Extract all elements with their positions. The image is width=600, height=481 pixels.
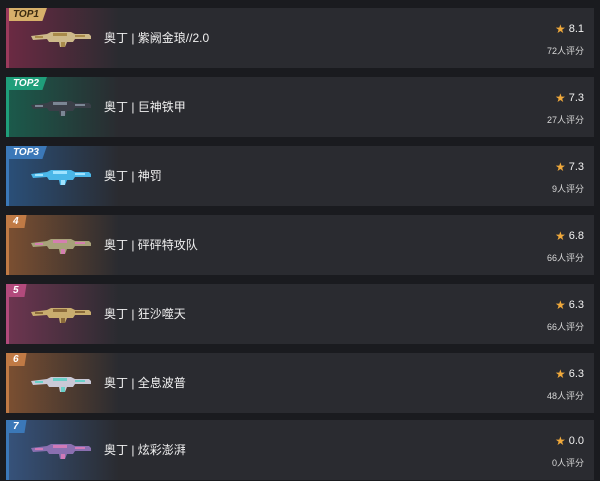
skin-name: 奥丁 | 紫阙金琅//2.0 xyxy=(104,31,210,45)
odin-rainbow-icon xyxy=(31,444,91,459)
skin-name: 奥丁 | 砰砰特攻队 xyxy=(104,238,198,252)
skin-name: 奥丁 | 狂沙噬天 xyxy=(104,307,186,321)
odin-sand-icon xyxy=(31,308,91,323)
rank-badge: 5 xyxy=(9,284,27,297)
rank-badge: 4 xyxy=(9,215,27,228)
score-value: 6.3 xyxy=(568,368,584,380)
skin-name: 奥丁 | 巨神铁甲 xyxy=(104,100,186,114)
rating-score: ★ 6.3 xyxy=(555,367,584,381)
score-value: 6.3 xyxy=(568,299,584,311)
rank-badge: TOP3 xyxy=(9,146,47,159)
skin-name: 奥丁 | 炫彩澎湃 xyxy=(104,443,186,457)
rating-count: 0人评分 xyxy=(551,458,584,468)
rank-badge: 7 xyxy=(9,420,27,433)
skin-ranking-list: TOP1 奥丁 | 紫阙金琅//2.0 ★ 8.1 72人评分 TOP2 奥丁 |… xyxy=(0,0,600,481)
score-value: 0.0 xyxy=(568,435,584,447)
star-icon: ★ xyxy=(554,22,566,36)
star-icon: ★ xyxy=(554,229,566,243)
list-item[interactable]: 5 奥丁 | 狂沙噬天 ★ 6.3 66人评分 xyxy=(6,284,594,344)
star-icon: ★ xyxy=(554,434,566,448)
list-item[interactable]: 7 奥丁 | 炫彩澎湃 ★ 0.0 0人评分 xyxy=(6,420,594,480)
odin-divine-icon xyxy=(31,170,91,185)
star-icon: ★ xyxy=(554,91,566,105)
rating-score: ★ 7.3 xyxy=(555,160,584,174)
rank-badge: TOP1 xyxy=(9,8,47,21)
score-value: 7.3 xyxy=(568,161,584,173)
rating-score: ★ 7.3 xyxy=(555,91,584,105)
rank-badge: TOP2 xyxy=(9,77,47,90)
odin-boom-icon xyxy=(31,239,91,254)
rating-count: 9人评分 xyxy=(551,184,584,194)
rating-score: ★ 0.0 xyxy=(555,434,584,448)
score-value: 7.3 xyxy=(568,92,584,104)
list-item[interactable]: TOP2 奥丁 | 巨神铁甲 ★ 7.3 27人评分 xyxy=(6,77,594,137)
skin-name: 奥丁 | 神罚 xyxy=(104,169,162,183)
star-icon: ★ xyxy=(554,160,566,174)
list-item[interactable]: 6 奥丁 | 全息波普 ★ 6.3 48人评分 xyxy=(6,353,594,413)
rating-count: 48人评分 xyxy=(546,391,584,401)
star-icon: ★ xyxy=(554,298,566,312)
score-value: 8.1 xyxy=(568,23,584,35)
rating-count: 72人评分 xyxy=(546,46,584,56)
rating-score: ★ 6.8 xyxy=(555,229,584,243)
list-item[interactable]: TOP3 奥丁 | 神罚 ★ 7.3 9人评分 xyxy=(6,146,594,206)
rating-score: ★ 6.3 xyxy=(555,298,584,312)
rating-score: ★ 8.1 xyxy=(555,22,584,36)
odin-titan-icon xyxy=(31,101,91,116)
score-value: 6.8 xyxy=(568,230,584,242)
rating-count: 27人评分 xyxy=(546,115,584,125)
star-icon: ★ xyxy=(554,367,566,381)
rating-count: 66人评分 xyxy=(546,322,584,332)
odin-holo-icon xyxy=(31,377,91,392)
list-item[interactable]: 4 奥丁 | 砰砰特攻队 ★ 6.8 66人评分 xyxy=(6,215,594,275)
skin-name: 奥丁 | 全息波普 xyxy=(104,376,186,390)
list-item[interactable]: TOP1 奥丁 | 紫阙金琅//2.0 ★ 8.1 72人评分 xyxy=(6,8,594,68)
rank-badge: 6 xyxy=(9,353,27,366)
odin-golden-icon xyxy=(31,32,91,47)
rating-count: 66人评分 xyxy=(546,253,584,263)
